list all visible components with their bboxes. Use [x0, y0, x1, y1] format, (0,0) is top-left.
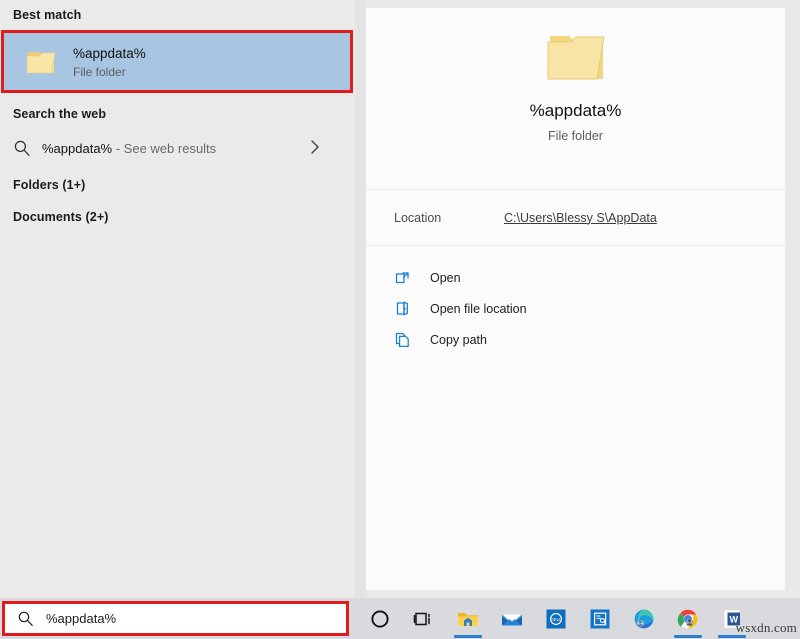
svg-text:DELL: DELL [551, 616, 563, 621]
documents-header[interactable]: Documents (2+) [0, 210, 109, 224]
edge-button[interactable] [622, 598, 666, 639]
mail-button[interactable] [490, 598, 534, 639]
search-input[interactable] [46, 611, 296, 626]
active-indicator [674, 635, 702, 638]
web-search-label: %appdata% - See web results [42, 141, 216, 156]
location-label: Location [394, 211, 504, 225]
best-match-title: %appdata% [73, 45, 146, 62]
search-the-web-header: Search the web [0, 107, 106, 121]
search-icon [17, 610, 34, 627]
pane-divider [355, 0, 366, 598]
chrome-button[interactable] [666, 598, 710, 639]
word-button[interactable]: W [710, 598, 754, 639]
mail-icon [500, 607, 524, 631]
taskbar: DELL [0, 598, 800, 639]
dell-icon: DELL [544, 607, 568, 631]
web-search-result-row[interactable]: %appdata% - See web results [0, 131, 345, 165]
search-results-pane: Best match [0, 0, 355, 598]
task-view-button[interactable] [402, 598, 446, 639]
edge-icon [632, 607, 656, 631]
dell-support-button[interactable] [578, 598, 622, 639]
best-match-result-row[interactable]: %appdata% File folder [1, 30, 353, 93]
web-search-query: %appdata% [42, 141, 112, 156]
taskbar-search-box[interactable] [2, 601, 349, 636]
task-view-icon [412, 607, 436, 631]
preview-pane: %appdata% File folder Location C:\Users\… [366, 0, 800, 598]
taskbar-buttons: DELL [358, 598, 754, 639]
open-external-icon [394, 269, 411, 286]
best-match-subtitle: File folder [73, 65, 146, 79]
preview-title: %appdata% [530, 100, 622, 121]
action-open-file-location-label: Open file location [430, 302, 527, 316]
folders-header[interactable]: Folders (1+) [0, 178, 85, 192]
active-indicator [718, 635, 746, 638]
file-explorer-icon [456, 607, 480, 631]
folder-icon [25, 46, 57, 78]
location-row: Location C:\Users\Blessy S\AppData [366, 190, 785, 246]
preview-hero: %appdata% File folder [366, 8, 785, 190]
best-match-text: %appdata% File folder [73, 45, 146, 79]
search-icon [13, 139, 31, 157]
dell-support-icon [588, 607, 612, 631]
copy-icon [394, 331, 411, 348]
cortana-circle-icon [368, 607, 392, 631]
preview-actions: Open Open file location [366, 246, 785, 355]
action-copy-path[interactable]: Copy path [366, 324, 785, 355]
web-search-suffix: - See web results [112, 141, 216, 156]
chrome-icon [676, 607, 700, 631]
preview-subtitle: File folder [548, 129, 603, 144]
location-path-link[interactable]: C:\Users\Blessy S\AppData [504, 211, 657, 225]
action-open[interactable]: Open [366, 262, 785, 293]
best-match-header: Best match [0, 8, 81, 22]
file-explorer-button[interactable] [446, 598, 490, 639]
windows-search-screen: Best match [0, 0, 800, 639]
dell-button[interactable]: DELL [534, 598, 578, 639]
search-flyout: Best match [0, 0, 800, 598]
cortana-button[interactable] [358, 598, 402, 639]
chevron-right-icon[interactable] [307, 138, 323, 156]
active-indicator [454, 635, 482, 638]
svg-text:W: W [729, 614, 738, 624]
word-icon: W [720, 607, 744, 631]
action-open-file-location[interactable]: Open file location [366, 293, 785, 324]
folder-icon [545, 28, 607, 84]
action-open-label: Open [430, 271, 461, 285]
action-copy-path-label: Copy path [430, 333, 487, 347]
preview-card: %appdata% File folder Location C:\Users\… [366, 8, 785, 590]
open-folder-icon [394, 300, 411, 317]
